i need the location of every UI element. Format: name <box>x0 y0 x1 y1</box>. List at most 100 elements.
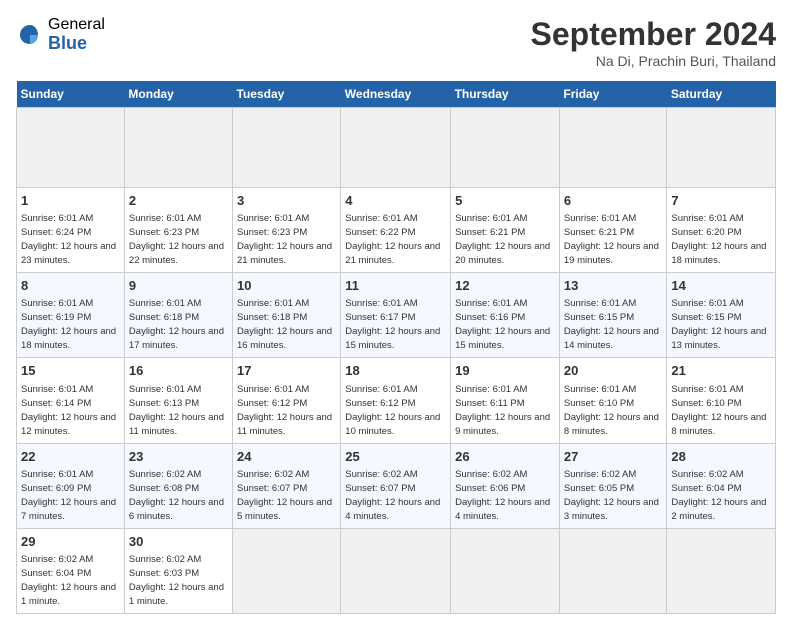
day-info: Sunrise: 6:01 AMSunset: 6:18 PMDaylight:… <box>237 298 332 351</box>
day-info: Sunrise: 6:01 AMSunset: 6:18 PMDaylight:… <box>129 298 224 351</box>
calendar-week-row <box>17 108 776 188</box>
day-number: 14 <box>671 277 771 295</box>
calendar-cell: 23 Sunrise: 6:02 AMSunset: 6:08 PMDaylig… <box>124 443 232 528</box>
calendar-week-row: 29 Sunrise: 6:02 AMSunset: 6:04 PMDaylig… <box>17 528 776 613</box>
day-number: 29 <box>21 533 120 551</box>
header-wednesday: Wednesday <box>341 81 451 108</box>
day-number: 5 <box>455 192 555 210</box>
day-info: Sunrise: 6:02 AMSunset: 6:07 PMDaylight:… <box>345 469 440 522</box>
day-info: Sunrise: 6:01 AMSunset: 6:15 PMDaylight:… <box>564 298 659 351</box>
day-number: 15 <box>21 362 120 380</box>
calendar-cell: 2 Sunrise: 6:01 AMSunset: 6:23 PMDayligh… <box>124 188 232 273</box>
day-info: Sunrise: 6:01 AMSunset: 6:15 PMDaylight:… <box>671 298 766 351</box>
calendar-cell <box>124 108 232 188</box>
calendar-cell: 12 Sunrise: 6:01 AMSunset: 6:16 PMDaylig… <box>451 273 560 358</box>
day-info: Sunrise: 6:01 AMSunset: 6:10 PMDaylight:… <box>564 384 659 437</box>
calendar-header-row: SundayMondayTuesdayWednesdayThursdayFrid… <box>17 81 776 108</box>
calendar-cell: 6 Sunrise: 6:01 AMSunset: 6:21 PMDayligh… <box>559 188 666 273</box>
day-info: Sunrise: 6:02 AMSunset: 6:06 PMDaylight:… <box>455 469 550 522</box>
day-number: 8 <box>21 277 120 295</box>
calendar-cell: 28 Sunrise: 6:02 AMSunset: 6:04 PMDaylig… <box>667 443 776 528</box>
calendar-cell <box>559 108 666 188</box>
header-tuesday: Tuesday <box>233 81 341 108</box>
day-number: 27 <box>564 448 662 466</box>
calendar-cell: 21 Sunrise: 6:01 AMSunset: 6:10 PMDaylig… <box>667 358 776 443</box>
calendar-cell: 27 Sunrise: 6:02 AMSunset: 6:05 PMDaylig… <box>559 443 666 528</box>
day-number: 3 <box>237 192 336 210</box>
calendar-cell <box>451 108 560 188</box>
calendar-cell: 30 Sunrise: 6:02 AMSunset: 6:03 PMDaylig… <box>124 528 232 613</box>
calendar-cell <box>233 108 341 188</box>
day-number: 30 <box>129 533 228 551</box>
calendar-cell: 3 Sunrise: 6:01 AMSunset: 6:23 PMDayligh… <box>233 188 341 273</box>
day-number: 25 <box>345 448 446 466</box>
day-number: 23 <box>129 448 228 466</box>
calendar-cell: 8 Sunrise: 6:01 AMSunset: 6:19 PMDayligh… <box>17 273 125 358</box>
calendar-cell: 13 Sunrise: 6:01 AMSunset: 6:15 PMDaylig… <box>559 273 666 358</box>
day-info: Sunrise: 6:01 AMSunset: 6:24 PMDaylight:… <box>21 213 116 266</box>
calendar-week-row: 22 Sunrise: 6:01 AMSunset: 6:09 PMDaylig… <box>17 443 776 528</box>
day-info: Sunrise: 6:01 AMSunset: 6:21 PMDaylight:… <box>564 213 659 266</box>
header-thursday: Thursday <box>451 81 560 108</box>
calendar-cell: 25 Sunrise: 6:02 AMSunset: 6:07 PMDaylig… <box>341 443 451 528</box>
day-info: Sunrise: 6:01 AMSunset: 6:23 PMDaylight:… <box>129 213 224 266</box>
header-monday: Monday <box>124 81 232 108</box>
calendar-cell <box>233 528 341 613</box>
calendar-cell: 9 Sunrise: 6:01 AMSunset: 6:18 PMDayligh… <box>124 273 232 358</box>
day-info: Sunrise: 6:01 AMSunset: 6:09 PMDaylight:… <box>21 469 116 522</box>
header-sunday: Sunday <box>17 81 125 108</box>
day-number: 2 <box>129 192 228 210</box>
day-number: 13 <box>564 277 662 295</box>
day-number: 11 <box>345 277 446 295</box>
day-number: 9 <box>129 277 228 295</box>
day-number: 22 <box>21 448 120 466</box>
day-number: 26 <box>455 448 555 466</box>
calendar-cell: 7 Sunrise: 6:01 AMSunset: 6:20 PMDayligh… <box>667 188 776 273</box>
day-number: 10 <box>237 277 336 295</box>
header-saturday: Saturday <box>667 81 776 108</box>
calendar-cell: 26 Sunrise: 6:02 AMSunset: 6:06 PMDaylig… <box>451 443 560 528</box>
day-number: 1 <box>21 192 120 210</box>
calendar-cell: 14 Sunrise: 6:01 AMSunset: 6:15 PMDaylig… <box>667 273 776 358</box>
day-number: 18 <box>345 362 446 380</box>
calendar-week-row: 15 Sunrise: 6:01 AMSunset: 6:14 PMDaylig… <box>17 358 776 443</box>
calendar-cell: 18 Sunrise: 6:01 AMSunset: 6:12 PMDaylig… <box>341 358 451 443</box>
calendar-cell: 5 Sunrise: 6:01 AMSunset: 6:21 PMDayligh… <box>451 188 560 273</box>
day-number: 7 <box>671 192 771 210</box>
calendar-cell <box>17 108 125 188</box>
title-section: September 2024 Na Di, Prachin Buri, Thai… <box>531 16 776 69</box>
day-number: 24 <box>237 448 336 466</box>
calendar-cell <box>667 528 776 613</box>
day-info: Sunrise: 6:02 AMSunset: 6:08 PMDaylight:… <box>129 469 224 522</box>
day-info: Sunrise: 6:01 AMSunset: 6:17 PMDaylight:… <box>345 298 440 351</box>
day-number: 21 <box>671 362 771 380</box>
day-info: Sunrise: 6:01 AMSunset: 6:21 PMDaylight:… <box>455 213 550 266</box>
calendar-cell: 10 Sunrise: 6:01 AMSunset: 6:18 PMDaylig… <box>233 273 341 358</box>
day-info: Sunrise: 6:01 AMSunset: 6:22 PMDaylight:… <box>345 213 440 266</box>
calendar-week-row: 1 Sunrise: 6:01 AMSunset: 6:24 PMDayligh… <box>17 188 776 273</box>
month-title: September 2024 <box>531 16 776 53</box>
calendar-cell: 15 Sunrise: 6:01 AMSunset: 6:14 PMDaylig… <box>17 358 125 443</box>
day-info: Sunrise: 6:02 AMSunset: 6:05 PMDaylight:… <box>564 469 659 522</box>
header-friday: Friday <box>559 81 666 108</box>
day-info: Sunrise: 6:01 AMSunset: 6:16 PMDaylight:… <box>455 298 550 351</box>
day-info: Sunrise: 6:01 AMSunset: 6:12 PMDaylight:… <box>237 384 332 437</box>
calendar-cell: 1 Sunrise: 6:01 AMSunset: 6:24 PMDayligh… <box>17 188 125 273</box>
page-header: General Blue September 2024 Na Di, Prach… <box>16 16 776 69</box>
calendar-cell: 16 Sunrise: 6:01 AMSunset: 6:13 PMDaylig… <box>124 358 232 443</box>
calendar-cell: 4 Sunrise: 6:01 AMSunset: 6:22 PMDayligh… <box>341 188 451 273</box>
logo-general: General <box>48 16 105 34</box>
day-info: Sunrise: 6:01 AMSunset: 6:12 PMDaylight:… <box>345 384 440 437</box>
day-number: 19 <box>455 362 555 380</box>
calendar-week-row: 8 Sunrise: 6:01 AMSunset: 6:19 PMDayligh… <box>17 273 776 358</box>
day-info: Sunrise: 6:01 AMSunset: 6:19 PMDaylight:… <box>21 298 116 351</box>
location-title: Na Di, Prachin Buri, Thailand <box>531 53 776 69</box>
calendar-cell <box>341 528 451 613</box>
calendar-cell <box>667 108 776 188</box>
day-info: Sunrise: 6:01 AMSunset: 6:11 PMDaylight:… <box>455 384 550 437</box>
logo-blue: Blue <box>48 34 105 54</box>
logo: General Blue <box>16 16 105 53</box>
calendar-cell: 19 Sunrise: 6:01 AMSunset: 6:11 PMDaylig… <box>451 358 560 443</box>
day-info: Sunrise: 6:01 AMSunset: 6:14 PMDaylight:… <box>21 384 116 437</box>
day-info: Sunrise: 6:02 AMSunset: 6:03 PMDaylight:… <box>129 554 224 607</box>
